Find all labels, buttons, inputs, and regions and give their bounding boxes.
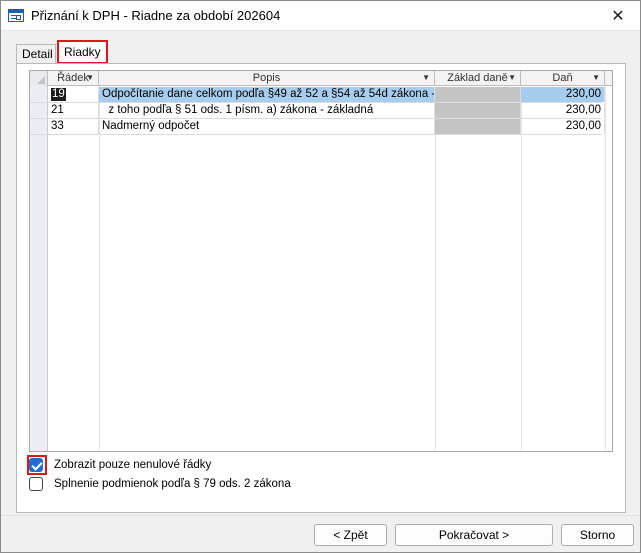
cell-radek[interactable]: 33 <box>48 119 99 134</box>
column-header-zaklad[interactable]: Základ daně ▼ <box>435 71 521 86</box>
cancel-button[interactable]: Storno <box>561 524 634 546</box>
table-row[interactable]: 21 z toho podľa § 51 ods. 1 písm. a) zák… <box>30 103 605 119</box>
cell-dan[interactable]: 230,00 <box>521 119 605 134</box>
cell-popis[interactable]: Odpočítanie dane celkom podľa §49 až 52 … <box>99 87 435 102</box>
cell-radek-value[interactable]: 19 <box>51 88 66 101</box>
rows-grid: Řádek ▼ Popis ▼ Základ daně ▼ Daň ▼ 19 O… <box>29 70 613 452</box>
cell-zaklad <box>435 87 521 102</box>
cell-dan[interactable]: 230,00 <box>521 87 605 102</box>
row-selector[interactable] <box>30 87 48 102</box>
close-icon[interactable]: ✕ <box>596 1 640 31</box>
footer-separator <box>1 515 640 516</box>
form-window-icon <box>8 9 24 22</box>
column-header-dan[interactable]: Daň ▼ <box>521 71 605 86</box>
chevron-down-icon[interactable]: ▼ <box>508 71 516 85</box>
paragraph-79-label[interactable]: Splnenie podmienok podľa § 79 ods. 2 zák… <box>54 478 291 490</box>
cell-radek[interactable]: 19 <box>48 87 99 102</box>
chevron-down-icon[interactable]: ▼ <box>86 71 94 85</box>
cell-popis[interactable]: Nadmerný odpočet <box>99 119 435 134</box>
nonzero-rows-label[interactable]: Zobrazit pouze nenulové řádky <box>54 459 211 471</box>
row-selector[interactable] <box>30 103 48 118</box>
table-row[interactable]: 33 Nadmerný odpočet 230,00 <box>30 119 605 135</box>
window-title: Přiznání k DPH - Riadne za období 202604 <box>31 8 281 23</box>
back-button[interactable]: < Zpět <box>314 524 387 546</box>
cell-dan[interactable]: 230,00 <box>521 103 605 118</box>
column-header-popis-label: Popis <box>252 72 281 84</box>
chevron-down-icon[interactable]: ▼ <box>422 71 430 85</box>
nonzero-rows-checkbox[interactable] <box>29 458 43 472</box>
cell-popis[interactable]: z toho podľa § 51 ods. 1 písm. a) zákona… <box>99 103 435 118</box>
cell-zaklad <box>435 119 521 134</box>
tab-detail[interactable]: Detail <box>16 44 56 64</box>
cell-radek[interactable]: 21 <box>48 103 99 118</box>
chevron-down-icon[interactable]: ▼ <box>592 71 600 85</box>
row-selector[interactable] <box>30 119 48 134</box>
title-bar: Přiznání k DPH - Riadne za období 202604… <box>1 1 640 31</box>
tab-riadky[interactable]: Riadky <box>57 40 108 64</box>
grid-column-line <box>605 71 606 451</box>
tab-page-riadky: Řádek ▼ Popis ▼ Základ daně ▼ Daň ▼ 19 O… <box>16 63 626 513</box>
column-header-popis[interactable]: Popis ▼ <box>99 71 435 86</box>
next-button[interactable]: Pokračovat > <box>395 524 553 546</box>
column-header-dan-label: Daň <box>552 72 573 84</box>
nonzero-rows-option[interactable]: Zobrazit pouze nenulové řádky <box>29 456 211 474</box>
paragraph-79-checkbox[interactable] <box>29 477 43 491</box>
grid-header-row: Řádek ▼ Popis ▼ Základ daně ▼ Daň ▼ <box>30 71 612 86</box>
column-header-zaklad-label: Základ daně <box>447 72 508 84</box>
column-header-radek[interactable]: Řádek ▼ <box>48 71 99 86</box>
table-row[interactable]: 19 Odpočítanie dane celkom podľa §49 až … <box>30 87 605 103</box>
cell-zaklad <box>435 103 521 118</box>
column-header-radek-label: Řádek <box>57 72 89 84</box>
paragraph-79-option[interactable]: Splnenie podmienok podľa § 79 ods. 2 zák… <box>29 475 291 493</box>
select-all-corner[interactable] <box>30 71 48 86</box>
dialog-window: Přiznání k DPH - Riadne za období 202604… <box>0 0 641 553</box>
